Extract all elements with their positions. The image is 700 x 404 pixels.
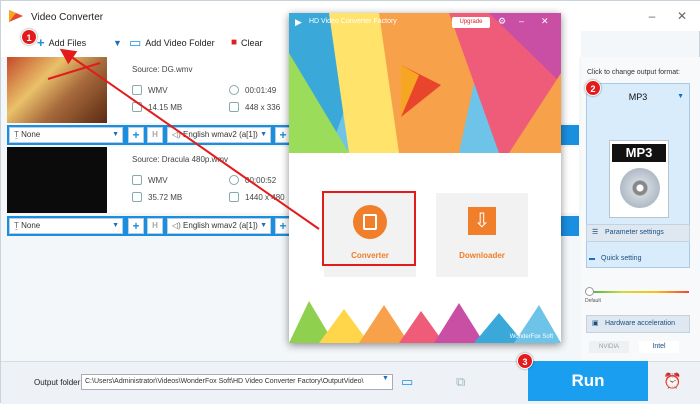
quick-setting-slider[interactable]: [589, 291, 689, 293]
output-folder-label: Output folder:: [34, 378, 83, 387]
hd-header-art: [289, 13, 561, 153]
chevron-down-icon: ▼: [112, 222, 119, 229]
audio-value-2: English wmav2 (a[1]): [183, 221, 258, 230]
chevron-down-icon[interactable]: ▼: [382, 375, 389, 382]
subtitle-select-2[interactable]: Ṯ None ▼: [9, 218, 123, 234]
file-source-1: Source: DG.wmv: [132, 65, 193, 74]
parameter-settings-label: Parameter settings: [605, 229, 664, 236]
upgrade-button[interactable]: Upgrade: [452, 17, 490, 28]
add-files-dropdown-icon[interactable]: ▼: [113, 38, 122, 48]
downloader-tile[interactable]: ⇩ Downloader: [436, 193, 528, 277]
plus-icon: +: [37, 35, 45, 50]
wonderfox-brand: WonderFox Soft: [509, 334, 553, 340]
video-thumbnail-1: [7, 57, 107, 123]
chevron-down-icon: ▼: [260, 222, 267, 229]
speaker-icon: ◁): [172, 130, 184, 139]
hd-logo-icon: ▶: [295, 17, 302, 27]
add-subtitle-button-1[interactable]: +: [128, 127, 144, 143]
folder-open-icon[interactable]: ▭: [401, 374, 413, 390]
converter-highlight: [322, 191, 416, 266]
chevron-down-icon: ▼: [260, 131, 267, 138]
audio-select-1[interactable]: ◁) English wmav2 (a[1]) ▼: [167, 127, 271, 143]
mp3-format-icon: MP3: [609, 140, 669, 218]
add-files-label: Add Files: [48, 38, 87, 48]
file-resolution-1: 448 x 336: [245, 103, 281, 112]
subtitle-edit-icon-1[interactable]: H: [147, 127, 163, 143]
nvidia-badge[interactable]: NVIDIA: [589, 341, 629, 353]
video-thumbnail-2: [7, 147, 107, 213]
output-format-hint: Click to change output format:: [587, 69, 680, 76]
default-label: Default: [585, 298, 601, 304]
subtitle-edit-icon-2[interactable]: H: [147, 218, 163, 234]
alarm-clock-icon[interactable]: ⏰: [663, 372, 682, 390]
window-title: Video Converter: [31, 12, 104, 23]
folder-add-icon: ▭: [129, 35, 142, 50]
slider-handle[interactable]: [585, 287, 594, 296]
file-resolution-2: 1440 x 480: [245, 193, 285, 202]
merge-icon[interactable]: ⧉: [456, 374, 465, 390]
trash-icon: ■: [231, 37, 238, 48]
mp3-icon-label: MP3: [612, 144, 666, 162]
main-window: Video Converter – ✕ + Add Files ▼ ▭ Add …: [0, 0, 700, 404]
output-folder-path[interactable]: C:\Users\Administrator\Videos\WonderFox …: [81, 374, 393, 390]
subtitle-value-2: None: [21, 221, 41, 230]
file-format-2: WMV: [148, 176, 168, 185]
output-folder-value: C:\Users\Administrator\Videos\WonderFox …: [85, 378, 364, 385]
step-2-badge: 2: [585, 80, 601, 96]
close-button[interactable]: ✕: [541, 16, 549, 27]
hardware-acceleration-label: Hardware acceleration: [605, 320, 676, 327]
hardware-acceleration-button[interactable]: ▣ Hardware acceleration: [586, 315, 690, 333]
parameter-settings-button[interactable]: ☰ Parameter settings: [586, 224, 690, 242]
resolution-icon: [229, 192, 239, 202]
file-size-icon: [132, 192, 142, 202]
upgrade-label: Upgrade: [459, 19, 483, 25]
hd-window-title: HD Video Converter Factory: [309, 18, 397, 25]
speaker-icon: ◁): [172, 221, 184, 230]
chip-icon: ▣: [592, 320, 599, 327]
downloader-label: Downloader: [459, 251, 505, 260]
clock-icon: [229, 175, 239, 185]
step-1-badge: 1: [21, 29, 37, 45]
close-button[interactable]: ✕: [673, 7, 691, 25]
add-video-folder-label: Add Video Folder: [145, 38, 215, 48]
audio-select-2[interactable]: ◁) English wmav2 (a[1]) ▼: [167, 218, 271, 234]
clear-button[interactable]: ■ Clear: [231, 37, 263, 49]
quick-setting-label: Quick setting: [601, 255, 642, 262]
video-format-icon: [132, 85, 142, 95]
hd-converter-window: ▶ HD Video Converter Factory Upgrade ⚙ –…: [289, 13, 561, 343]
file-source-2: Source: Dracula 480p.wmv: [132, 155, 229, 164]
intel-badge[interactable]: Intel: [639, 341, 679, 353]
subtitle-select-1[interactable]: Ṯ None ▼: [9, 127, 123, 143]
chevron-down-icon: ▼: [677, 93, 684, 100]
video-format-icon: [132, 175, 142, 185]
file-duration-2: 00:00:52: [245, 176, 277, 185]
minimize-button[interactable]: –: [519, 16, 524, 26]
quick-setting-icon: [589, 258, 595, 260]
disc-icon: [620, 168, 660, 208]
download-icon: ⇩: [468, 207, 496, 235]
chevron-down-icon: ▼: [112, 131, 119, 138]
output-format-panel: Click to change output format: MP3 ▼ MP3…: [581, 57, 700, 361]
output-format-name: MP3: [628, 92, 648, 102]
app-logo-icon: [9, 10, 23, 22]
resolution-icon: [229, 102, 239, 112]
step-3-badge: 3: [517, 353, 533, 369]
file-size-1: 14.15 MB: [148, 103, 183, 112]
clear-label: Clear: [241, 38, 263, 48]
add-video-folder-button[interactable]: ▭ Add Video Folder: [129, 35, 215, 50]
add-files-button[interactable]: + Add Files: [37, 35, 87, 50]
minimize-button[interactable]: –: [643, 7, 661, 25]
file-duration-1: 00:01:49: [245, 86, 277, 95]
hd-title-bar: ▶ HD Video Converter Factory Upgrade ⚙ –…: [289, 13, 561, 31]
file-format-1: WMV: [148, 86, 168, 95]
clock-icon: [229, 85, 239, 95]
file-size-icon: [132, 102, 142, 112]
file-size-2: 35.72 MB: [148, 193, 183, 202]
run-button[interactable]: Run: [528, 361, 648, 401]
settings-gear-icon[interactable]: ⚙: [498, 16, 506, 27]
add-subtitle-button-2[interactable]: +: [128, 218, 144, 234]
audio-value-1: English wmav2 (a[1]): [183, 130, 258, 139]
subtitle-value-1: None: [21, 130, 41, 139]
sliders-icon: ☰: [592, 229, 599, 236]
